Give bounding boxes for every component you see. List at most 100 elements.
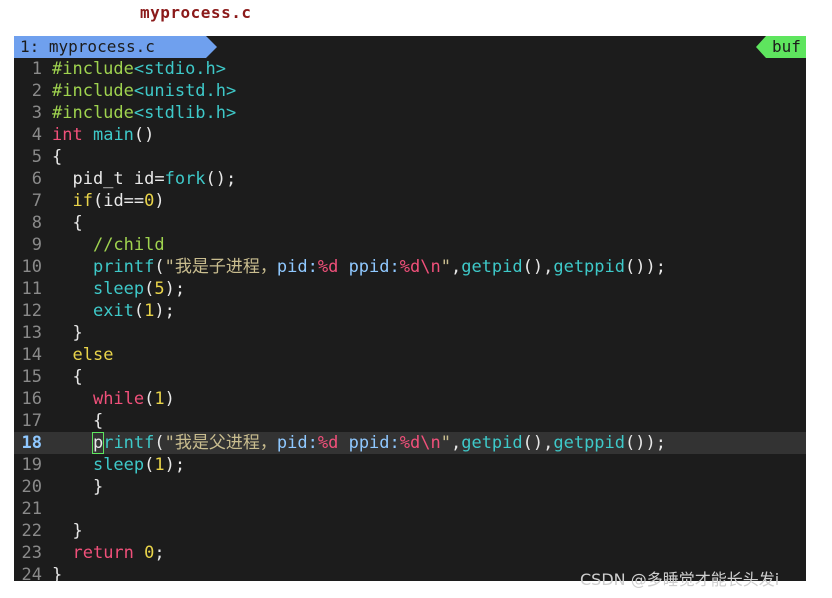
code-token: (id== [92,191,145,211]
code-token: sleep [92,279,145,299]
code-token: } [52,521,83,541]
code-line[interactable]: 19 sleep(1); [14,454,806,476]
code-line[interactable]: 10 printf("我是子进程，pid:%d ppid:%d\n",getpi… [14,256,806,278]
code-token: %d\n [399,257,441,277]
code-token: () [133,125,155,145]
code-token: { [52,411,104,431]
code-line[interactable]: 9 //child [14,234,806,256]
code-token: 1 [154,455,165,475]
line-number: 17 [21,411,42,431]
code-line[interactable]: 4 int main() [14,124,806,146]
line-number: 18 [21,433,42,453]
code-token: rintf [103,433,155,453]
code-token: (), [522,257,554,277]
code-token: 1 [144,301,155,321]
line-number: 3 [31,103,42,123]
code-token: "我是子进程， [164,257,277,277]
code-token: <stdio.h> [133,59,227,79]
code-token: , [450,433,462,453]
buffer-indicator[interactable]: buf [766,36,806,58]
code-token: pid_t id= [52,169,165,189]
code-token: } [52,565,63,581]
code-token: { [52,213,83,233]
code-line[interactable]: 6 pid_t id=fork(); [14,168,806,190]
code-token: %d\n [399,433,441,453]
line-number: 1 [31,59,42,79]
buffer-arrow-icon [756,36,766,58]
code-token: ( [144,455,155,475]
line-number: 23 [21,543,42,563]
code-token: <unistd.h> [133,81,237,101]
code-token: //child [92,235,165,255]
code-line[interactable]: 22 } [14,520,806,542]
code-token: } [52,323,83,343]
cursor-char: p [91,432,105,454]
line-number: 6 [31,169,42,189]
code-token: 0 [144,543,155,563]
line-number: 19 [21,455,42,475]
code-token: #include [52,59,134,79]
line-number: 14 [21,345,42,365]
code-line[interactable]: 1 #include<stdio.h> [14,58,806,80]
code-token: sleep [92,455,145,475]
code-token: while [92,389,145,409]
code-line[interactable]: 8 { [14,212,806,234]
code-line[interactable]: 23 return 0; [14,542,806,564]
code-line[interactable]: 21 [14,498,806,520]
code-line[interactable]: 12 exit(1); [14,300,806,322]
code-line[interactable]: 15 { [14,366,806,388]
line-number: 11 [21,279,42,299]
code-line[interactable]: 11 sleep(5); [14,278,806,300]
line-number: 7 [31,191,42,211]
code-line[interactable]: 18 printf("我是父进程，pid:%d ppid:%d\n",getpi… [14,432,806,454]
code-token: printf [92,257,155,277]
code-area[interactable]: 1 #include<stdio.h> 2 #include<unistd.h> 3 #i… [14,58,806,581]
line-number: 24 [21,565,42,581]
code-token: ( [144,279,155,299]
code-token: ()); [625,257,666,277]
code-line[interactable]: 3 #include<stdlib.h> [14,102,806,124]
line-number: 16 [21,389,42,409]
code-token: fork [164,169,206,189]
line-number: 4 [31,125,42,145]
watermark: CSDN @多睡觉才能长头发i [580,570,780,589]
code-token: pid: [276,257,318,277]
code-token: pid: [276,433,318,453]
tab-myprocess[interactable]: 1: myprocess.c [14,36,206,58]
code-line[interactable]: 16 while(1) [14,388,806,410]
code-token: ) [164,389,175,409]
code-line[interactable]: 17 { [14,410,806,432]
code-line[interactable]: 7 if(id==0) [14,190,806,212]
code-token: 0 [144,191,155,211]
code-token: { [52,147,63,167]
vim-editor[interactable]: 1: myprocess.c buf 1 #include<stdio.h> 2 #i… [14,36,806,581]
code-token: ); [164,455,186,475]
line-number: 22 [21,521,42,541]
line-number: 15 [21,367,42,387]
code-token: getppid [553,433,626,453]
code-token: exit [92,301,134,321]
code-line[interactable]: 20 } [14,476,806,498]
line-number: 13 [21,323,42,343]
code-token: " [440,257,451,277]
code-line[interactable]: 2 #include<unistd.h> [14,80,806,102]
line-number: 9 [31,235,42,255]
code-token: } [52,477,104,497]
code-line[interactable]: 5{ [14,146,806,168]
code-token: %d [317,257,339,277]
code-line[interactable]: 13 } [14,322,806,344]
code-token: ppid: [348,257,400,277]
code-token: getpid [461,433,523,453]
code-line[interactable]: 14 else [14,344,806,366]
code-token: (); [205,169,237,189]
code-token: int [52,125,83,145]
code-token: , [450,257,462,277]
code-token: { [52,367,83,387]
code-token: ( [154,257,165,277]
